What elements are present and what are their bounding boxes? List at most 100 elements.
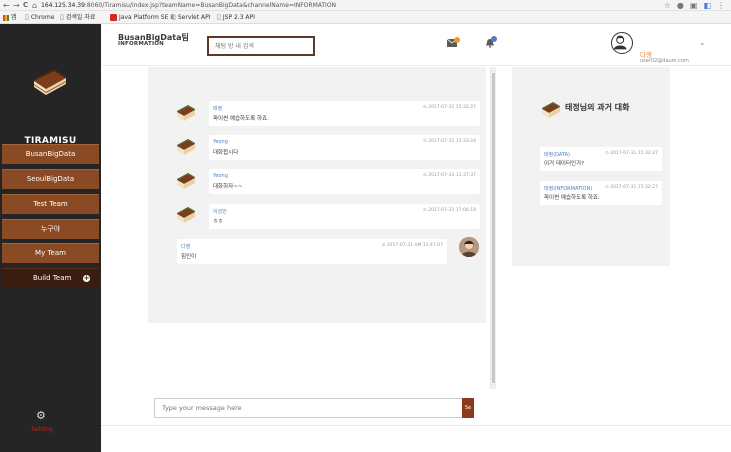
sidebar-item-nuguya[interactable]: 누구야 [2, 219, 99, 239]
history-timestamp: ⊙ 2017-07-31 15:32:27 [605, 151, 658, 156]
message-author[interactable]: 태정 [213, 105, 222, 112]
bookmark-label: 검색일 자료 [65, 14, 96, 21]
gears-icon[interactable]: ⚙ [36, 410, 46, 421]
message-timestamp: ⊙ 2017-07-31 11:37:37 [423, 173, 476, 178]
timestamp-text: 2017-07-31 11:33:24 [428, 139, 476, 144]
timestamp-text: 2017-07-31 11:37:37 [428, 173, 476, 178]
page-icon: ▯ [172, 13, 176, 21]
url-field[interactable]: 164.125.34.39:8060/Tiramisu/index.jsp?te… [41, 1, 336, 10]
history-text: 이거 데이터인가? [544, 161, 585, 167]
history-channel: 태정(DATA) [544, 152, 570, 158]
sidebar-item-label: SeoulBigData [26, 175, 75, 183]
top-header: BusanBigData팀 INFORMATION 다영 user02@daum… [101, 24, 731, 66]
sidebar-item-label: Test Team [33, 200, 68, 208]
history-timestamp: ⊙ 2017-07-31 15:32:27 [605, 185, 658, 190]
mail-badge [454, 37, 460, 43]
apps-grid-icon [3, 14, 9, 21]
oracle-icon [110, 14, 117, 21]
bookmark-label: JSP 2.3 API [222, 14, 255, 21]
bookmark-label: 앱 [11, 14, 17, 21]
home-icon[interactable]: ⌂ [32, 1, 37, 10]
chat-search-input[interactable] [207, 36, 315, 56]
setting-label[interactable]: Setting [0, 426, 84, 433]
history-text: 파이썬 예습하도록 하죠. [544, 195, 600, 201]
chevron-down-icon[interactable]: ⌄ [699, 39, 706, 47]
own-message-card: 다영 ⊙ 2017-07-31 AM 11:47:07 힘인이 [177, 239, 447, 264]
chat-scrollbar[interactable] [490, 67, 496, 389]
scrollbar-thumb[interactable] [492, 73, 495, 383]
page-icon: ▯ [217, 13, 221, 21]
timestamp-text: 2017-07-31 AM 11:47:07 [386, 243, 443, 248]
browser-toolbar-icons: ☆ ● ▣ ◧ ⋮ [664, 1, 725, 10]
reload-icon[interactable]: C [23, 1, 28, 10]
bookmark-java-platform[interactable]: Java Platform SE 8 [110, 13, 174, 22]
send-button[interactable]: Se [462, 398, 474, 418]
url-path: :8060/Tiramisu/index.jsp?teamName=BusanB… [84, 2, 337, 9]
message-input[interactable] [155, 399, 461, 417]
sidebar-item-label: BusanBigData [25, 150, 76, 158]
message-text: 대화하자~~ [213, 184, 243, 190]
sidebar-item-test-team[interactable]: Test Team [2, 194, 99, 214]
bookmarks-bar: 앱 ▯ Chrome ▯ 검색일 자료 Java Platform SE 8 ▯… [0, 11, 731, 24]
message-timestamp: ⊙ 2017-07-31 15:32:27 [423, 105, 476, 110]
cake-avatar-icon [177, 173, 195, 189]
message-card: 태정 ⊙ 2017-07-31 15:32:27 파이썬 예습하도록 하죠. [209, 101, 480, 126]
cake-avatar-icon [542, 102, 560, 118]
browser-window: ← → C ⌂ 164.125.34.39:8060/Tiramisu/inde… [0, 0, 731, 452]
message-card: Yeong ⊙ 2017-07-31 11:33:24 대화합시다 [209, 135, 480, 160]
history-item[interactable]: 태정(DATA) ⊙ 2017-07-31 15:32:27 이거 데이터인가? [540, 147, 662, 171]
message-timestamp: ⊙ 2017-07-31 11:33:24 [423, 139, 476, 144]
channel-name: INFORMATION [118, 41, 164, 47]
sidebar-item-seoulbigdata[interactable]: SeoulBigData [2, 169, 99, 189]
timestamp-text: 2017-07-31 15:32:27 [610, 151, 658, 156]
cake-avatar-icon [177, 139, 195, 155]
cake-avatar-icon [177, 207, 195, 223]
message-timestamp: ⊙ 2017-07-31 17:08:18 [423, 208, 476, 213]
timestamp-text: 2017-07-31 15:32:27 [610, 185, 658, 190]
timestamp-text: 2017-07-31 15:32:27 [428, 105, 476, 110]
bookmark-search[interactable]: ▯ 검색일 자료 [60, 13, 95, 22]
page-icon: ▯ [25, 13, 29, 21]
bookmark-apps[interactable]: 앱 [3, 13, 17, 22]
message-text: 힘인이 [181, 254, 197, 260]
message-text: ㅎㅎ [213, 219, 224, 225]
menu-icon[interactable]: ⋮ [717, 1, 725, 10]
forward-arrow-icon[interactable]: → [13, 1, 20, 10]
back-arrow-icon[interactable]: ← [3, 1, 10, 10]
timestamp-text: 2017-07-31 17:08:18 [428, 208, 476, 213]
user-avatar[interactable] [611, 32, 633, 54]
message-card: Yeong ⊙ 2017-07-31 11:37:37 대화하자~~ [209, 169, 480, 194]
message-text: 파이썬 예습하도록 하죠. [213, 116, 269, 122]
history-channel: 태정(INFORMATION) [544, 186, 593, 192]
message-author[interactable]: Yeong [213, 173, 228, 179]
sidebar-item-busanbigdata[interactable]: BusanBigData [2, 144, 99, 164]
bookmark-label: Java Platform SE 8 [119, 14, 175, 21]
bookmark-jsp-api[interactable]: ▯ JSP 2.3 API [217, 13, 255, 22]
notification-badge [491, 36, 497, 42]
message-author[interactable]: Yeong [213, 139, 228, 145]
extension-translate-icon[interactable]: ◧ [703, 1, 711, 10]
message-composer: Se [154, 398, 474, 418]
user-photo-avatar [459, 237, 479, 257]
tiramisu-logo-icon [34, 69, 66, 95]
sidebar-item-my-team[interactable]: My Team [2, 243, 99, 263]
build-team-label: Build Team [33, 274, 72, 282]
sidebar: TIRAMISU BusanBigData SeoulBigData Test … [0, 24, 101, 452]
plus-circle-icon: + [83, 274, 90, 282]
cake-avatar-icon [177, 105, 195, 121]
bookmark-chrome[interactable]: ▯ Chrome [25, 13, 54, 22]
photo-portrait-icon [459, 237, 479, 257]
bookmark-star-icon[interactable]: ☆ [664, 1, 671, 10]
bookmark-label: Chrome [30, 14, 55, 21]
bookmark-servlet-api[interactable]: ▯ Servlet API [172, 13, 211, 22]
message-card: 이성민 ⊙ 2017-07-31 17:08:18 ㅎㅎ [209, 204, 480, 229]
message-author[interactable]: 다영 [181, 243, 190, 250]
message-author[interactable]: 이성민 [213, 208, 227, 215]
extension-shield-icon[interactable]: ● [677, 1, 684, 10]
bookmark-label: Servlet API [177, 14, 211, 21]
build-team-button[interactable]: Build Team + [2, 268, 99, 288]
history-item[interactable]: 태정(INFORMATION) ⊙ 2017-07-31 15:32:27 파이… [540, 181, 662, 205]
user-silhouette-icon [613, 35, 627, 50]
extension-cast-icon[interactable]: ▣ [690, 1, 698, 10]
page-icon: ▯ [60, 13, 64, 21]
